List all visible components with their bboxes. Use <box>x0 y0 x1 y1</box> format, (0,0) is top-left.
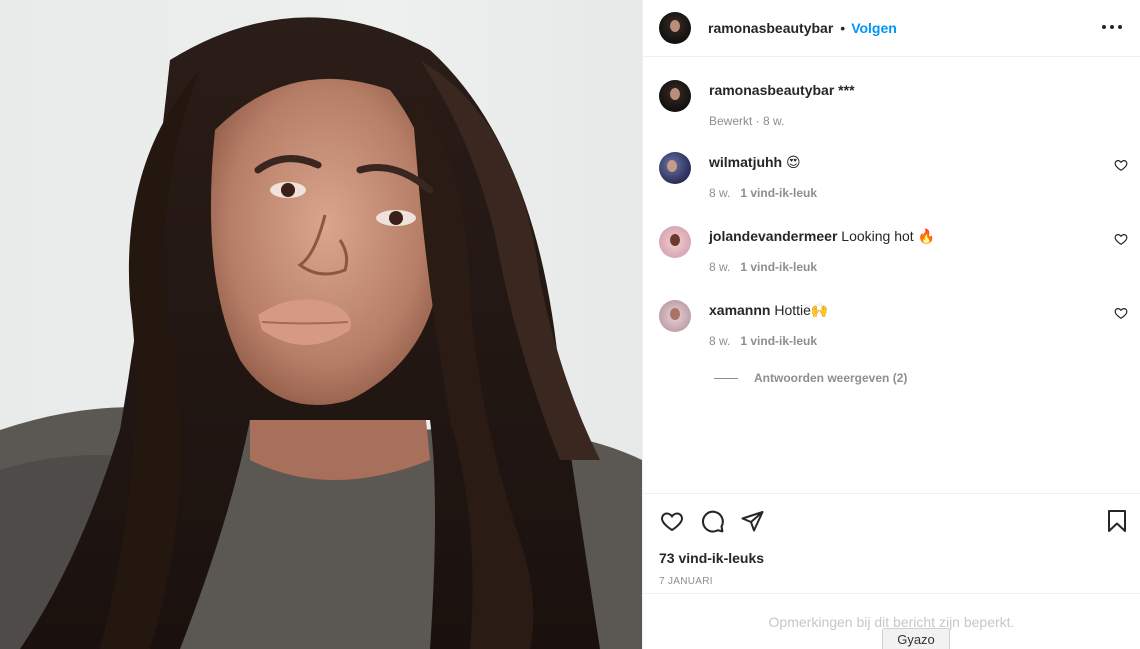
gyazo-tab[interactable]: Gyazo <box>882 628 950 649</box>
commenter-avatar[interactable] <box>659 152 691 184</box>
comment-username[interactable]: wilmatjuhh <box>709 154 782 170</box>
list-item: wilmatjuhh 😍 8 w. 1 vind-ik-leuk <box>659 152 1140 202</box>
heart-icon[interactable] <box>659 509 685 533</box>
author-avatar[interactable] <box>659 12 691 44</box>
follow-button[interactable]: Volgen <box>851 20 897 36</box>
caption-meta: Bewerkt · 8 w. <box>709 114 785 128</box>
post-actions: 73 vind-ik-leuks 7 JANUARI <box>643 493 1140 593</box>
caption: ramonasbeautybar *** Bewerkt · 8 w. <box>659 80 1140 130</box>
caption-avatar[interactable] <box>659 80 691 112</box>
comment-username[interactable]: xamannn <box>709 302 770 318</box>
comment-time[interactable]: 8 w. <box>709 334 730 348</box>
bookmark-icon[interactable] <box>1106 509 1128 533</box>
comment-likes[interactable]: 1 vind-ik-leuk <box>740 334 817 348</box>
comment-text: Looking hot 🔥 <box>841 228 935 244</box>
list-item: jolandevandermeer Looking hot 🔥 8 w. 1 vi… <box>659 226 1140 276</box>
view-replies-button[interactable]: Antwoorden weergeven (2) <box>714 371 907 385</box>
comment-likes[interactable]: 1 vind-ik-leuk <box>740 260 817 274</box>
caption-username[interactable]: ramonasbeautybar <box>709 82 834 98</box>
author-username[interactable]: ramonasbeautybar <box>708 20 833 36</box>
comment-text: 😍 <box>786 154 801 170</box>
comments-section: ramonasbeautybar *** Bewerkt · 8 w. wilm… <box>643 58 1140 493</box>
post-photo[interactable] <box>0 0 642 649</box>
comment-like-heart-icon[interactable] <box>1114 306 1128 320</box>
comment-username[interactable]: jolandevandermeer <box>709 228 837 244</box>
share-icon[interactable] <box>740 509 765 533</box>
commenter-avatar[interactable] <box>659 226 691 258</box>
post-detail-panel: ramonasbeautybar • Volgen ramonasbeautyb… <box>642 0 1140 649</box>
likes-count[interactable]: 73 vind-ik-leuks <box>659 550 764 566</box>
view-replies-label: Antwoorden weergeven (2) <box>754 371 908 385</box>
comment-icon[interactable] <box>700 509 725 534</box>
commenter-avatar[interactable] <box>659 300 691 332</box>
caption-text: *** <box>838 82 855 98</box>
comment-like-heart-icon[interactable] <box>1114 158 1128 172</box>
list-item: xamannn Hottie🙌 8 w. 1 vind-ik-leuk <box>659 300 1140 350</box>
comment-like-heart-icon[interactable] <box>1114 232 1128 246</box>
comment-likes[interactable]: 1 vind-ik-leuk <box>740 186 817 200</box>
comment-time[interactable]: 8 w. <box>709 260 730 274</box>
separator-dot: • <box>840 20 846 36</box>
replies-divider <box>714 377 738 379</box>
post-header: ramonasbeautybar • Volgen <box>643 0 1140 57</box>
more-options-icon[interactable] <box>1102 19 1122 35</box>
comment-text: Hottie🙌 <box>774 302 829 318</box>
comment-time[interactable]: 8 w. <box>709 186 730 200</box>
portrait-image <box>0 17 642 649</box>
post-date[interactable]: 7 JANUARI <box>659 576 713 587</box>
